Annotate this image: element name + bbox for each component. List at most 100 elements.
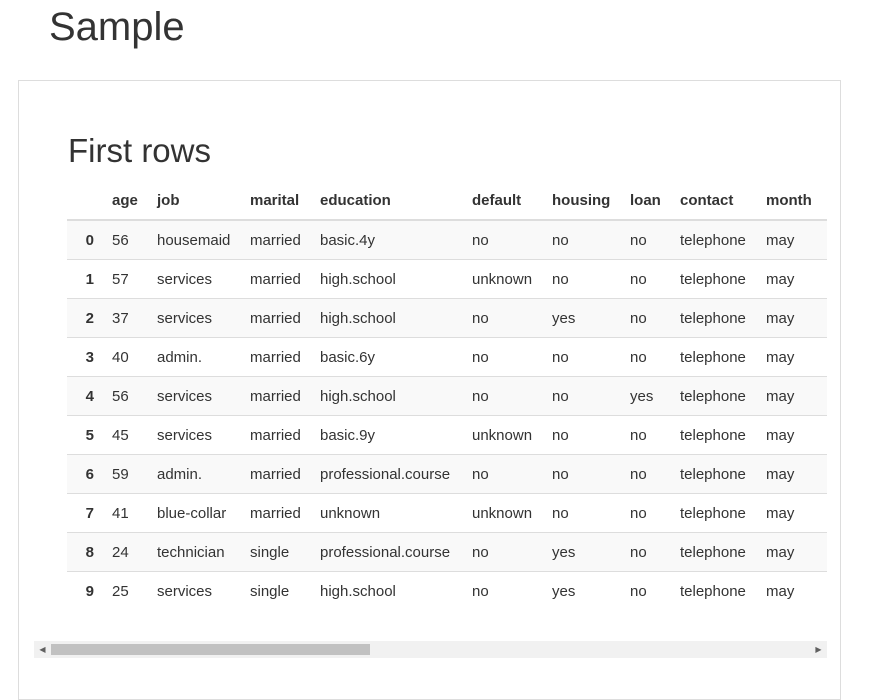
cell-month: may xyxy=(757,219,822,260)
cell-contact: telephone xyxy=(671,298,757,338)
cell-month: may xyxy=(757,493,822,533)
horizontal-scrollbar[interactable]: ◀ ▶ xyxy=(34,641,827,658)
cell-education: basic.4y xyxy=(311,219,463,260)
row-index: 3 xyxy=(67,337,103,377)
cell-housing: no xyxy=(543,376,621,416)
cell-contact: telephone xyxy=(671,259,757,299)
cell-dow: mon xyxy=(822,571,827,610)
cell-contact: telephone xyxy=(671,454,757,494)
cell-marital: married xyxy=(241,337,311,377)
cell-month: may xyxy=(757,298,822,338)
cell-dow: mon xyxy=(822,337,827,377)
table-row: 7 41 blue-collar married unknown unknown no no t… xyxy=(67,493,827,533)
cell-loan: no xyxy=(621,532,671,572)
cell-age: 25 xyxy=(103,571,148,610)
cell-job: services xyxy=(148,571,241,610)
first-rows-panel: First rows age job marital education def… xyxy=(18,80,841,700)
cell-age: 41 xyxy=(103,493,148,533)
cell-default: unknown xyxy=(463,415,543,455)
cell-education: high.school xyxy=(311,376,463,416)
cell-dow: mon xyxy=(822,219,827,260)
cell-month: may xyxy=(757,376,822,416)
row-index: 6 xyxy=(67,454,103,494)
triangle-left-icon[interactable]: ◀ xyxy=(34,641,51,658)
header-contact: contact xyxy=(671,181,757,221)
cell-housing: yes xyxy=(543,571,621,610)
row-index: 0 xyxy=(67,219,103,260)
cell-marital: married xyxy=(241,259,311,299)
cell-loan: no xyxy=(621,415,671,455)
cell-marital: married xyxy=(241,298,311,338)
cell-default: unknown xyxy=(463,259,543,299)
cell-contact: telephone xyxy=(671,376,757,416)
cell-job: housemaid xyxy=(148,219,241,260)
row-index: 5 xyxy=(67,415,103,455)
cell-dow: mon xyxy=(822,493,827,533)
row-index: 2 xyxy=(67,298,103,338)
cell-job: technician xyxy=(148,532,241,572)
cell-marital: single xyxy=(241,532,311,572)
cell-education: professional.course xyxy=(311,454,463,494)
cell-loan: no xyxy=(621,337,671,377)
cell-job: services xyxy=(148,298,241,338)
scrollbar-thumb[interactable] xyxy=(51,644,370,655)
cell-month: may xyxy=(757,337,822,377)
cell-education: professional.course xyxy=(311,532,463,572)
header-education: education xyxy=(311,181,463,221)
cell-loan: no xyxy=(621,219,671,260)
cell-dow: mon xyxy=(822,259,827,299)
page-title: Sample xyxy=(49,5,185,49)
header-index xyxy=(67,181,103,221)
cell-marital: married xyxy=(241,376,311,416)
table-row: 2 37 services married high.school no yes no tele… xyxy=(67,298,827,338)
cell-dow: mon xyxy=(822,376,827,416)
cell-housing: yes xyxy=(543,532,621,572)
cell-loan: no xyxy=(621,454,671,494)
cell-dow: mon xyxy=(822,532,827,572)
triangle-right-icon[interactable]: ▶ xyxy=(810,641,827,658)
cell-housing: no xyxy=(543,337,621,377)
table-row: 4 56 services married high.school no no yes tele… xyxy=(67,376,827,416)
cell-loan: no xyxy=(621,571,671,610)
cell-job: admin. xyxy=(148,454,241,494)
cell-contact: telephone xyxy=(671,219,757,260)
cell-job: services xyxy=(148,415,241,455)
cell-default: no xyxy=(463,571,543,610)
cell-loan: no xyxy=(621,298,671,338)
table-row: 9 25 services single high.school no yes no telep… xyxy=(67,571,827,610)
cell-dow: mon xyxy=(822,454,827,494)
cell-default: no xyxy=(463,298,543,338)
cell-housing: no xyxy=(543,219,621,260)
cell-contact: telephone xyxy=(671,337,757,377)
cell-age: 40 xyxy=(103,337,148,377)
cell-education: basic.9y xyxy=(311,415,463,455)
cell-default: unknown xyxy=(463,493,543,533)
cell-education: high.school xyxy=(311,298,463,338)
cell-default: no xyxy=(463,454,543,494)
cell-housing: no xyxy=(543,259,621,299)
row-index: 9 xyxy=(67,571,103,610)
data-table: age job marital education default housin… xyxy=(67,181,827,610)
table-viewport: age job marital education default housin… xyxy=(67,181,827,621)
cell-month: may xyxy=(757,259,822,299)
cell-marital: married xyxy=(241,415,311,455)
table-row: 8 24 technician single professional.course no… xyxy=(67,532,827,572)
table-row: 5 45 services married basic.9y unknown no no tel… xyxy=(67,415,827,455)
cell-month: may xyxy=(757,571,822,610)
row-index: 7 xyxy=(67,493,103,533)
cell-job: admin. xyxy=(148,337,241,377)
table-row: 1 57 services married high.school unknown no no… xyxy=(67,259,827,299)
cell-age: 59 xyxy=(103,454,148,494)
cell-age: 56 xyxy=(103,219,148,260)
cell-education: unknown xyxy=(311,493,463,533)
header-day-of-week: day_of_week xyxy=(822,181,827,221)
cell-month: may xyxy=(757,454,822,494)
header-job: job xyxy=(148,181,241,221)
cell-month: may xyxy=(757,532,822,572)
cell-marital: married xyxy=(241,493,311,533)
cell-contact: telephone xyxy=(671,571,757,610)
cell-contact: telephone xyxy=(671,493,757,533)
cell-loan: yes xyxy=(621,376,671,416)
cell-housing: no xyxy=(543,454,621,494)
row-index: 4 xyxy=(67,376,103,416)
